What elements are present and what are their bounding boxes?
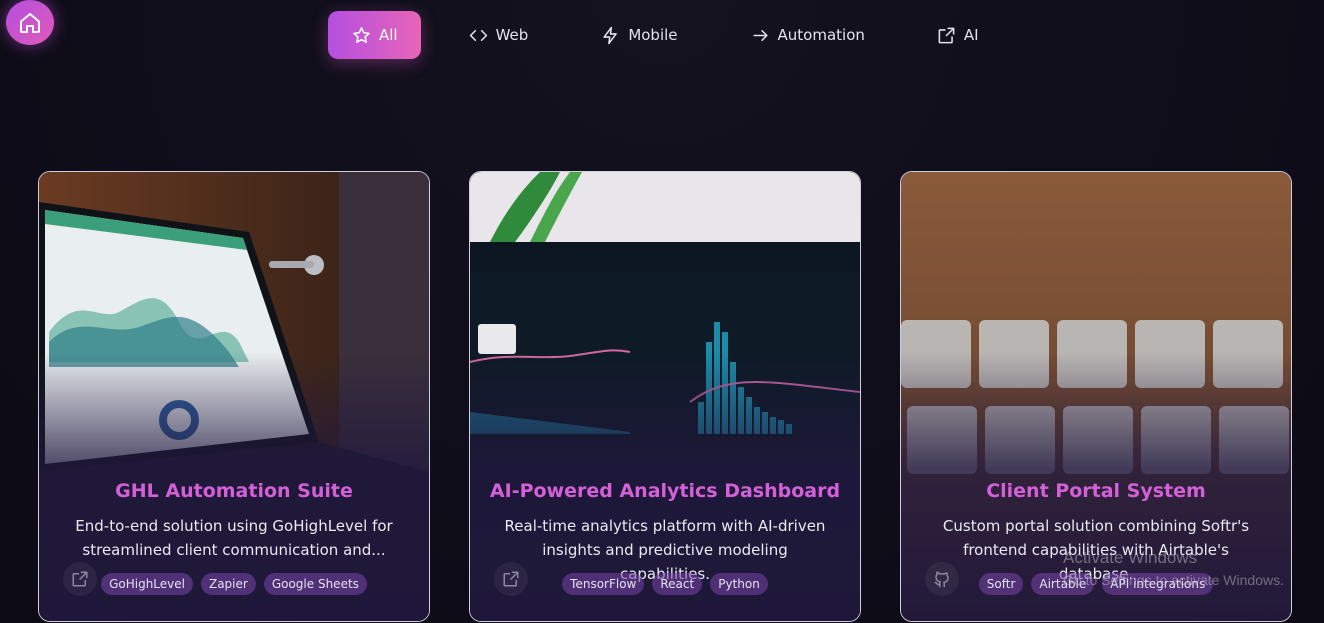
filter-label: All <box>379 26 398 44</box>
filter-label: Mobile <box>628 26 678 44</box>
project-card[interactable]: AI-Powered Analytics Dashboard Real-time… <box>469 171 861 622</box>
home-button[interactable] <box>6 0 54 45</box>
filter-web[interactable]: Web <box>469 11 529 59</box>
code-icon <box>469 29 487 41</box>
filter-label: Web <box>495 26 529 44</box>
watermark-subtitle: Go to Settings to activate Windows. <box>1063 572 1284 588</box>
tag-list: TensorFlow React Python <box>470 573 860 595</box>
lightning-icon <box>603 26 618 44</box>
filter-label: Automation <box>777 26 865 44</box>
watermark-title: Activate Windows <box>1063 548 1198 567</box>
project-title: AI-Powered Analytics Dashboard <box>489 480 841 502</box>
filter-mobile[interactable]: Mobile <box>601 11 678 59</box>
tag: Google Sheets <box>263 573 367 595</box>
tag: React <box>652 573 703 595</box>
tag-list: GoHighLevel Zapier Google Sheets <box>39 573 429 595</box>
filter-ai[interactable]: AI <box>937 11 979 59</box>
tag: Zapier <box>200 573 256 595</box>
project-card[interactable]: GHL Automation Suite End-to-end solution… <box>38 171 430 622</box>
star-icon <box>353 26 370 43</box>
filter-automation[interactable]: Automation <box>751 11 865 59</box>
tag: TensorFlow <box>562 573 645 595</box>
filter-all[interactable]: All <box>328 11 421 59</box>
filter-nav: All Web Mobile Automation AI <box>328 11 979 59</box>
arrow-right-icon <box>752 29 768 41</box>
project-title: GHL Automation Suite <box>115 480 353 502</box>
tag: Softr <box>978 573 1024 595</box>
project-title: Client Portal System <box>986 480 1206 502</box>
tag: Python <box>710 573 768 595</box>
home-icon <box>20 12 40 33</box>
activate-windows-watermark: Activate Windows Go to Settings to activ… <box>1063 548 1284 588</box>
filter-label: AI <box>963 26 979 44</box>
project-description: End-to-end solution using GoHighLevel fo… <box>75 517 393 559</box>
tag: GoHighLevel <box>101 573 193 595</box>
external-link-icon <box>938 27 955 43</box>
